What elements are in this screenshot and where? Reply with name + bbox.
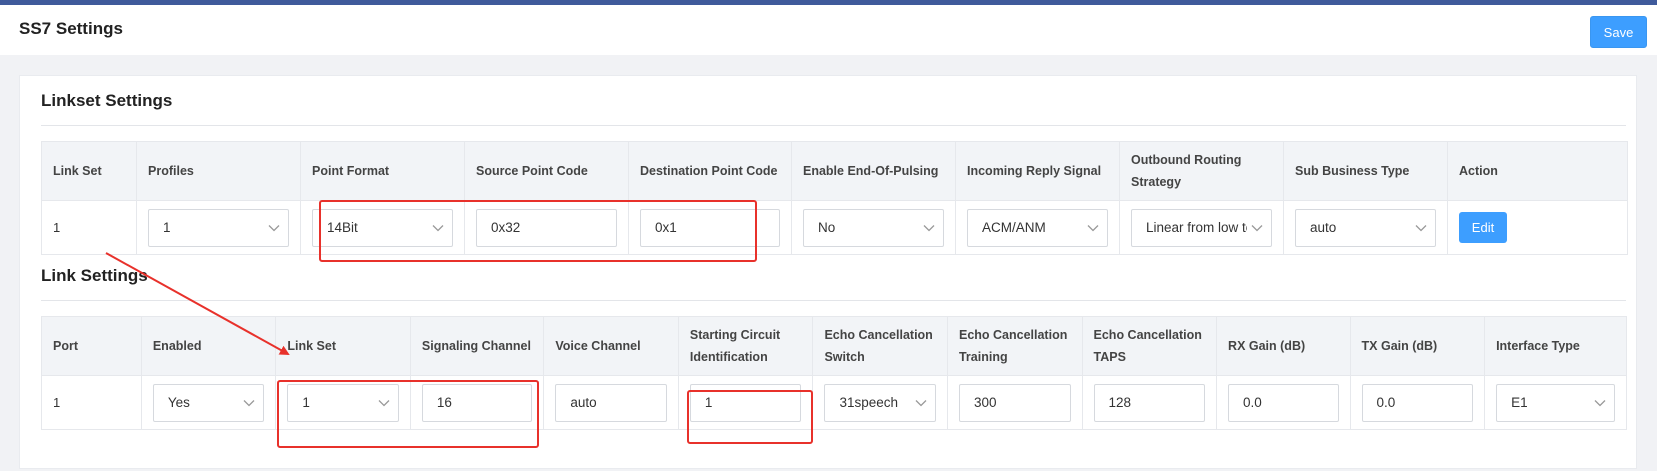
voice-channel-input[interactable]: auto — [555, 383, 667, 422]
chevron-down-icon — [1594, 399, 1606, 406]
chevron-down-icon — [1251, 224, 1263, 231]
col-signaling-channel: Signaling Channel — [409, 316, 545, 376]
col-voice-channel: Voice Channel — [543, 316, 679, 376]
destination-point-code-value: 0x1 — [655, 220, 677, 235]
col-link-set: Link Set — [275, 316, 411, 376]
incoming-reply-signal-select[interactable]: ACM/ANM — [967, 208, 1108, 247]
page-title: SS7 Settings — [19, 19, 123, 38]
chevron-down-icon — [378, 399, 390, 406]
sub-business-type-select[interactable]: auto — [1295, 208, 1436, 247]
signaling-channel-input[interactable]: 16 — [421, 383, 533, 422]
tx-gain-value: 0.0 — [1376, 395, 1396, 410]
starting-cic-input[interactable]: 1 — [689, 383, 802, 422]
col-destination-point-code: Destination Point Code — [628, 141, 792, 201]
page-header: SS7 Settings Save — [0, 5, 1657, 55]
point-format-value: 14Bit — [327, 220, 358, 235]
edit-button[interactable]: Edit — [1459, 212, 1507, 243]
settings-panel: Linkset Settings Link Set Profiles Point… — [19, 75, 1637, 469]
echo-training-value: 300 — [973, 395, 997, 410]
col-link-set: Link Set — [41, 141, 137, 201]
chevron-down-icon — [1415, 224, 1427, 231]
col-action: Action — [1447, 141, 1628, 201]
link-divider — [41, 300, 1626, 301]
link-header-row: Port Enabled Link Set Signaling Channel … — [41, 316, 1627, 376]
link-settings-title: Link Settings — [41, 266, 148, 285]
chevron-down-icon — [1087, 224, 1099, 231]
save-button[interactable]: Save — [1590, 16, 1647, 48]
echo-switch-select[interactable]: 31speech — [824, 383, 936, 422]
starting-cic-value: 1 — [704, 395, 713, 410]
outbound-routing-strategy-select[interactable]: Linear from low to — [1131, 208, 1272, 247]
link-set-value: 1 — [41, 200, 137, 255]
signaling-channel-value: 16 — [436, 395, 452, 410]
col-starting-cic: Starting Circuit Identification — [677, 316, 814, 376]
enable-eop-value: No — [818, 220, 836, 235]
interface-type-select[interactable]: E1 — [1496, 383, 1615, 422]
col-port: Port — [41, 316, 142, 376]
col-source-point-code: Source Point Code — [464, 141, 629, 201]
source-point-code-value: 0x32 — [491, 220, 521, 235]
interface-type-value: E1 — [1511, 395, 1528, 410]
table-row: 1 1 14Bit 0x32 0x1 No ACM/ANM Linear fro… — [41, 200, 1628, 255]
linkset-settings-title: Linkset Settings — [41, 91, 173, 110]
linkset-header-row: Link Set Profiles Point Format Source Po… — [41, 141, 1628, 201]
link-table: Port Enabled Link Set Signaling Channel … — [41, 316, 1627, 430]
profiles-select[interactable]: 1 — [148, 208, 289, 247]
tx-gain-input[interactable]: 0.0 — [1361, 383, 1474, 422]
rx-gain-value: 0.0 — [1243, 395, 1262, 410]
profiles-value: 1 — [163, 220, 171, 235]
chevron-down-icon — [915, 399, 927, 406]
col-sub-business-type: Sub Business Type — [1283, 141, 1448, 201]
col-profiles: Profiles — [136, 141, 301, 201]
col-enabled: Enabled — [140, 316, 277, 376]
point-format-select[interactable]: 14Bit — [312, 208, 453, 247]
link-set-select-value: 1 — [302, 395, 310, 410]
outbound-routing-strategy-value: Linear from low to — [1146, 220, 1247, 235]
enabled-value: Yes — [167, 395, 190, 410]
destination-point-code-input[interactable]: 0x1 — [640, 208, 780, 247]
chevron-down-icon — [268, 224, 280, 231]
incoming-reply-signal-value: ACM/ANM — [982, 220, 1046, 235]
chevron-down-icon — [432, 224, 444, 231]
echo-training-input[interactable]: 300 — [958, 383, 1071, 422]
chevron-down-icon — [923, 224, 935, 231]
col-outbound-routing-strategy: Outbound Routing Strategy — [1119, 141, 1284, 201]
linkset-table: Link Set Profiles Point Format Source Po… — [41, 141, 1628, 255]
table-row: 1 Yes 1 16 auto 1 31speech 300 128 0.0 0… — [41, 375, 1627, 430]
col-incoming-reply-signal: Incoming Reply Signal — [955, 141, 1120, 201]
enable-eop-select[interactable]: No — [803, 208, 944, 247]
link-set-select[interactable]: 1 — [287, 383, 399, 422]
echo-taps-value: 128 — [1108, 395, 1132, 410]
echo-switch-value: 31speech — [839, 395, 899, 410]
voice-channel-value: auto — [570, 395, 597, 410]
col-enable-eop: Enable End-Of-Pulsing — [791, 141, 956, 201]
rx-gain-input[interactable]: 0.0 — [1228, 383, 1339, 422]
col-echo-training: Echo Cancellation Training — [946, 316, 1083, 376]
col-tx-gain: TX Gain (dB) — [1349, 316, 1486, 376]
col-point-format: Point Format — [300, 141, 465, 201]
col-echo-taps: Echo Cancellation TAPS — [1081, 316, 1218, 376]
echo-taps-input[interactable]: 128 — [1093, 383, 1206, 422]
col-echo-switch: Echo Cancellation Switch — [812, 316, 948, 376]
enabled-select[interactable]: Yes — [152, 383, 265, 422]
sub-business-type-value: auto — [1310, 220, 1337, 235]
source-point-code-input[interactable]: 0x32 — [476, 208, 617, 247]
col-interface-type: Interface Type — [1484, 316, 1627, 376]
chevron-down-icon — [243, 399, 255, 406]
col-rx-gain: RX Gain (dB) — [1216, 316, 1351, 376]
linkset-divider — [41, 125, 1626, 126]
port-value: 1 — [41, 375, 142, 430]
